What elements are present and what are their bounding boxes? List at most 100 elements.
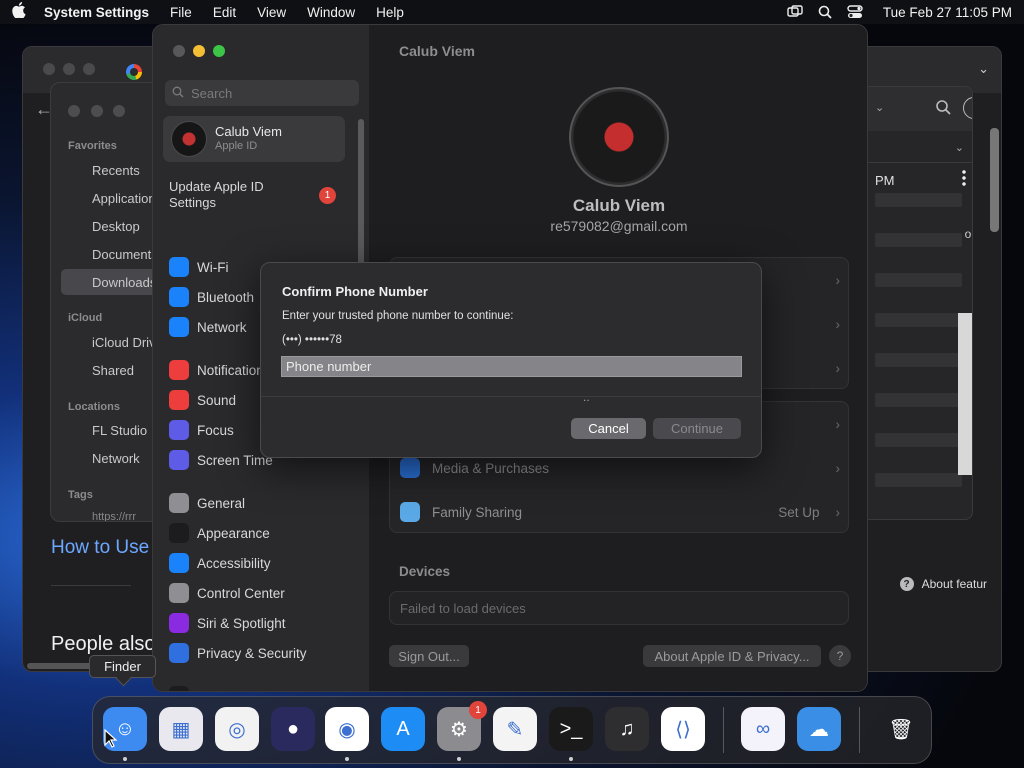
doc-row — [875, 393, 962, 407]
finder-close-button[interactable] — [68, 105, 80, 117]
dock-safari-icon[interactable]: ◎ — [215, 707, 259, 751]
finder-item-icloud-drive[interactable]: iCloud Drive — [92, 335, 159, 350]
bluetooth-icon — [169, 287, 189, 307]
menu-edit[interactable]: Edit — [213, 5, 236, 20]
chevron-down-icon[interactable]: ⌄ — [875, 101, 884, 114]
browser-minimize-button[interactable] — [63, 63, 75, 75]
sidebar-item-desktop-dock[interactable]: Desktop & Dock — [169, 685, 294, 692]
control-center-icon[interactable] — [847, 5, 863, 19]
continue-button[interactable]: Continue — [653, 418, 741, 439]
about-apple-id-privacy-button[interactable]: About Apple ID & Privacy... — [643, 645, 821, 667]
profile-avatar[interactable] — [569, 87, 669, 187]
family-setup-label: Set Up — [778, 504, 820, 520]
dock-garageband-icon[interactable]: ♫ — [605, 707, 649, 751]
kebab-menu-icon[interactable] — [962, 169, 966, 187]
more-options-icon[interactable] — [963, 97, 972, 119]
dock-glyph: ✎ — [506, 718, 524, 741]
sign-out-button[interactable]: Sign Out... — [389, 645, 469, 667]
chevron-down-icon[interactable]: ⌄ — [955, 141, 964, 154]
update-apple-id-settings[interactable]: Update Apple ID Settings — [169, 179, 299, 211]
browser-scrollbar[interactable] — [990, 128, 999, 232]
dock: ☺ ▦ ◎ ● ◉ A ⚙ ✎ >_ ♫ ⟨⟩ ∞ ☁ 🗑 1 — [92, 696, 932, 764]
finder-item-documents[interactable]: Documents — [92, 247, 158, 262]
dock-glyph: 🗑 — [888, 718, 914, 741]
sidebar-item-bluetooth[interactable]: Bluetooth — [169, 286, 254, 308]
pane-title: Calub Viem — [399, 43, 475, 59]
dock-launchpad-icon[interactable]: ▦ — [159, 707, 203, 751]
sidebar-item-accessibility[interactable]: Accessibility — [169, 552, 271, 574]
sidebar-item-wi-fi[interactable]: Wi-Fi — [169, 256, 228, 278]
finder-item-applications[interactable]: Applications — [92, 191, 159, 206]
media-purchases-label: Media & Purchases — [432, 460, 550, 476]
browser-close-button[interactable] — [43, 63, 55, 75]
menu-view[interactable]: View — [257, 5, 286, 20]
sidebar-item-privacy-security[interactable]: Privacy & Security — [169, 642, 307, 664]
settings-search-input[interactable]: Search — [165, 80, 359, 106]
finder-zoom-button[interactable] — [113, 105, 125, 117]
sidebar-item-general[interactable]: General — [169, 492, 245, 514]
dock-weather-icon[interactable]: ☁ — [797, 707, 841, 751]
menu-window[interactable]: Window — [307, 5, 355, 20]
desktop-dock-icon — [169, 686, 189, 691]
dock-app-store-icon[interactable]: A — [381, 707, 425, 751]
sidebar-item-label: Desktop & Dock — [197, 689, 294, 692]
sidebar-item-label: Wi-Fi — [197, 259, 229, 275]
finder-item-network[interactable]: Network — [92, 451, 140, 466]
sidebar-item-screen-time[interactable]: Screen Time — [169, 449, 273, 471]
finder-item-desktop[interactable]: Desktop — [92, 219, 140, 234]
about-featured-snippets[interactable]: ? About featur — [899, 577, 987, 591]
sidebar-item-notifications[interactable]: Notifications — [169, 359, 271, 381]
finder-item-fl-studio[interactable]: FL Studio — [92, 423, 147, 438]
cancel-button[interactable]: Cancel — [571, 418, 646, 439]
update-badge: 1 — [319, 187, 336, 204]
finder-item-recents[interactable]: Recents — [92, 163, 140, 178]
phone-number-input[interactable] — [281, 356, 742, 377]
tab-list-chevron-icon[interactable]: ⌄ — [978, 61, 989, 77]
sidebar-item-appearance[interactable]: Appearance — [169, 522, 270, 544]
sidebar-item-focus[interactable]: Focus — [169, 419, 234, 441]
settings-zoom-button[interactable] — [213, 45, 225, 57]
menu-help[interactable]: Help — [376, 5, 404, 20]
menu-app-name[interactable]: System Settings — [44, 5, 149, 20]
settings-close-button[interactable] — [173, 45, 185, 57]
dock-chrome-icon[interactable]: ◉ — [325, 707, 369, 751]
divider — [51, 585, 131, 586]
family-sharing-row[interactable]: Family Sharing Set Up › — [390, 490, 850, 534]
browser-zoom-button[interactable] — [83, 63, 95, 75]
screen-mirroring-icon[interactable] — [787, 5, 803, 19]
sidebar-item-network[interactable]: Network — [169, 316, 247, 338]
google-tab-icon[interactable] — [126, 64, 142, 80]
dock-terminal-icon[interactable]: >_ — [549, 707, 593, 751]
menu-file[interactable]: File — [170, 5, 192, 20]
how-to-link[interactable]: How to Use — [51, 537, 149, 559]
dock-vscode-icon[interactable]: ⟨⟩ — [661, 707, 705, 751]
dock-textedit-icon[interactable]: ✎ — [493, 707, 537, 751]
help-button[interactable]: ? — [829, 645, 851, 667]
menu-bar-clock[interactable]: Tue Feb 27 11:05 PM — [883, 5, 1012, 20]
finder-minimize-button[interactable] — [91, 105, 103, 117]
dock-firefox-icon[interactable]: ● — [271, 707, 315, 751]
doc-search-icon[interactable] — [935, 99, 951, 115]
apple-menu-icon[interactable] — [12, 2, 28, 22]
settings-minimize-button[interactable] — [193, 45, 205, 57]
avatar — [171, 121, 207, 157]
sidebar-apple-id-account[interactable]: Calub Viem Apple ID — [163, 116, 345, 162]
doc-scrollbar[interactable] — [958, 313, 972, 475]
dock-separator — [859, 707, 860, 753]
about-featured-label: About featur — [921, 577, 987, 591]
spotlight-search-icon[interactable] — [817, 5, 833, 19]
dock-glyph: ⚙ — [450, 718, 468, 741]
sidebar-item-sound[interactable]: Sound — [169, 389, 236, 411]
siri-icon — [169, 613, 189, 633]
doc-row — [875, 313, 962, 327]
dock-visual-studio-icon[interactable]: ∞ — [741, 707, 785, 751]
network-icon — [169, 317, 189, 337]
dock-trash-icon[interactable]: 🗑 — [879, 707, 923, 751]
finder-item-shared[interactable]: Shared — [92, 363, 134, 378]
sidebar-item-siri-spotlight[interactable]: Siri & Spotlight — [169, 612, 286, 634]
finder-item-downloads[interactable]: Downloads — [92, 275, 156, 290]
chevron-right-icon: › — [835, 416, 841, 432]
sidebar-item-control-center[interactable]: Control Center — [169, 582, 285, 604]
doc-time-text: PM — [875, 173, 895, 188]
profile-name: Calub Viem — [572, 196, 666, 215]
